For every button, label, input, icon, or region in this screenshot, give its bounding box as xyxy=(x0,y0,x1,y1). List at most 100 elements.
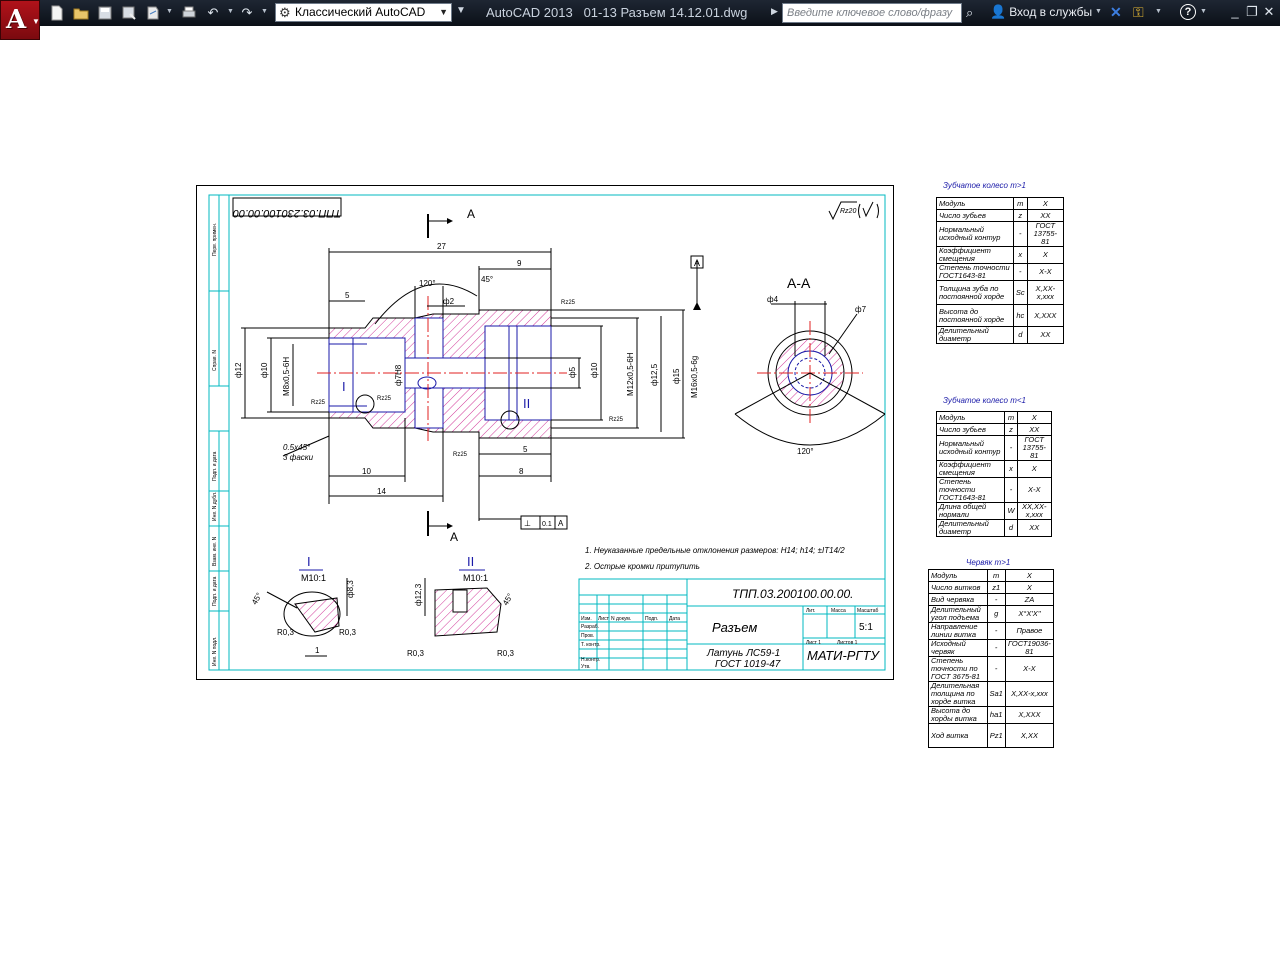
help-icon[interactable]: ? xyxy=(1180,4,1196,20)
param-symbol: Sa1 xyxy=(986,681,1006,707)
section-marker-top: А xyxy=(427,207,475,238)
chevron-down-icon[interactable]: ▼ xyxy=(1200,8,1207,15)
param-value: XX xyxy=(1026,326,1065,344)
application-menu-button[interactable]: A ▼ xyxy=(0,0,40,40)
side-strip: Перв. примен. Справ. N Подп. и дата Инв.… xyxy=(208,194,230,671)
svg-text:9: 9 xyxy=(517,259,522,268)
new-file-icon[interactable] xyxy=(48,4,66,22)
param-value: ГОСТ 13755-81 xyxy=(1016,435,1053,461)
svg-text:ф10: ф10 xyxy=(590,362,599,378)
svg-text:M10:1: M10:1 xyxy=(463,573,488,583)
redo-icon[interactable]: ↷ xyxy=(238,4,256,22)
table2-title: Зубчатое колесо m<1 xyxy=(943,396,1026,405)
chevron-down-icon[interactable]: ▼ xyxy=(1095,8,1102,15)
svg-text:ф15: ф15 xyxy=(672,368,681,384)
svg-text:ф12: ф12 xyxy=(234,362,243,378)
table-row: Степень точности ГОСТ1643-81- X-X xyxy=(935,477,1053,503)
window-title: AutoCAD 2013 01-13 Разъем 14.12.01.dwg xyxy=(486,5,747,20)
table-row: Ход витка Pz1 X,XX xyxy=(928,723,1055,748)
param-value: X-X xyxy=(1004,656,1055,682)
svg-text:Латунь ЛС59-1: Латунь ЛС59-1 xyxy=(706,648,780,659)
binoculars-icon[interactable]: ⌕ xyxy=(966,5,986,21)
sign-in-button[interactable]: 👤 Вход в службы xyxy=(990,4,1092,20)
customize-toolbar-icon[interactable]: ▼ xyxy=(456,5,466,16)
tolerance-frame: ⊥ 0.1 А xyxy=(520,515,568,530)
param-name: Модуль xyxy=(935,411,1006,424)
param-symbol: x xyxy=(1004,460,1018,478)
param-symbol: - xyxy=(986,593,1006,606)
svg-text:2. Острые кромки притупить: 2. Острые кромки притупить xyxy=(584,562,700,571)
autodesk-360-icon[interactable]: ⚿ xyxy=(1133,4,1144,21)
publish-icon[interactable] xyxy=(144,4,162,22)
search-input[interactable] xyxy=(782,3,962,23)
chevron-down-icon[interactable]: ▼ xyxy=(1155,8,1162,15)
svg-text:⊥: ⊥ xyxy=(524,519,531,528)
chevron-down-icon[interactable]: ▼ xyxy=(227,8,234,15)
save-icon[interactable] xyxy=(96,4,114,22)
param-value: X,XX-x,xxx xyxy=(1026,280,1065,305)
table-row: Вид червяка - ZA xyxy=(928,593,1055,606)
minimize-icon[interactable]: _ xyxy=(1228,4,1242,20)
workspace-selector[interactable]: ⚙ Классический AutoCAD ▼ xyxy=(275,3,452,22)
chevron-down-icon[interactable]: ▼ xyxy=(261,8,268,15)
table-row: Число зубьев z XX xyxy=(935,423,1053,436)
svg-text:ф10: ф10 xyxy=(260,362,269,378)
param-symbol: d xyxy=(1012,326,1028,344)
table-row: Длина общей нормали W XX,XX-x,xxx xyxy=(935,502,1053,520)
save-as-icon[interactable] xyxy=(120,4,138,22)
svg-text:45°: 45° xyxy=(501,592,515,607)
param-value: XX xyxy=(1026,209,1065,222)
param-name: Делительный угол подъема xyxy=(928,605,988,623)
param-name: Модуль xyxy=(936,197,1014,210)
svg-text:Масштаб: Масштаб xyxy=(857,608,879,614)
table-row: Модуль m X xyxy=(928,569,1055,582)
table-row: Число витков z1 X xyxy=(928,581,1055,594)
svg-text:А-А: А-А xyxy=(787,275,811,291)
table-row: Исходный червяк - ГОСТ19036-81 xyxy=(928,639,1055,657)
svg-text:R0,3: R0,3 xyxy=(407,649,424,658)
param-name: Коэффициент смещения xyxy=(935,460,1006,478)
param-name: Направление линии витка xyxy=(928,622,988,640)
table-row: Нормальный исходный контур - ГОСТ 13755-81 xyxy=(935,435,1053,461)
open-folder-icon[interactable] xyxy=(72,4,90,22)
svg-text:0.5x45°: 0.5x45° xyxy=(283,443,311,452)
gear-icon: ⚙ xyxy=(279,5,291,20)
svg-text:5: 5 xyxy=(523,445,528,454)
param-symbol: m xyxy=(986,569,1006,582)
exchange-apps-icon[interactable]: ✕ xyxy=(1110,4,1122,21)
svg-text:А: А xyxy=(694,258,700,268)
svg-text:Лит.: Лит. xyxy=(806,608,815,614)
mirrored-designation: ТПП.03.230100.00.00 xyxy=(232,207,341,219)
drawing-sheet[interactable]: Перв. примен. Справ. N Подп. и дата Инв.… xyxy=(196,185,894,680)
svg-text:I: I xyxy=(307,554,311,569)
param-symbol: m xyxy=(1004,411,1018,424)
close-icon[interactable]: ✕ xyxy=(1262,4,1276,20)
table-row: Степень точности по ГОСТ 3675-81- X-X xyxy=(928,656,1055,682)
table-row: Степень точности ГОСТ1643-81- X-X xyxy=(936,263,1065,281)
chevron-down-icon[interactable]: ▼ xyxy=(166,8,173,15)
param-value: X,XX xyxy=(1004,723,1055,748)
drawing-canvas[interactable]: Перв. примен. Справ. N Подп. и дата Инв.… xyxy=(197,186,893,679)
svg-text:ф4: ф4 xyxy=(767,295,779,304)
restore-icon[interactable]: ❐ xyxy=(1245,4,1259,20)
svg-text:N докум.: N докум. xyxy=(611,616,631,622)
param-name: Толщина зуба по постоянной хорде xyxy=(936,280,1014,305)
svg-text:R0,3: R0,3 xyxy=(497,649,514,658)
undo-icon[interactable]: ↶ xyxy=(204,4,222,22)
svg-text:5: 5 xyxy=(345,291,350,300)
strip-label: Перв. примен. xyxy=(212,223,218,256)
table-row: Высота до хорды витка ha1 X,XXX xyxy=(928,706,1055,724)
organization: МАТИ-РГТУ xyxy=(807,648,880,663)
param-symbol: - xyxy=(1004,435,1018,461)
svg-text:R0,3: R0,3 xyxy=(277,628,294,637)
param-symbol: hc xyxy=(1012,304,1028,327)
param-name: Нормальный исходный контур xyxy=(936,221,1014,247)
svg-text:Утв.: Утв. xyxy=(581,664,591,670)
print-icon[interactable] xyxy=(180,4,198,22)
section-marker-bottom: А xyxy=(427,511,458,544)
chevron-right-icon[interactable]: ▶ xyxy=(771,6,778,17)
param-symbol: z xyxy=(1004,423,1018,436)
main-part-view: I II xyxy=(317,296,567,441)
strip-label: Подп. и дата xyxy=(212,576,218,606)
param-value: X-X xyxy=(1016,477,1053,503)
